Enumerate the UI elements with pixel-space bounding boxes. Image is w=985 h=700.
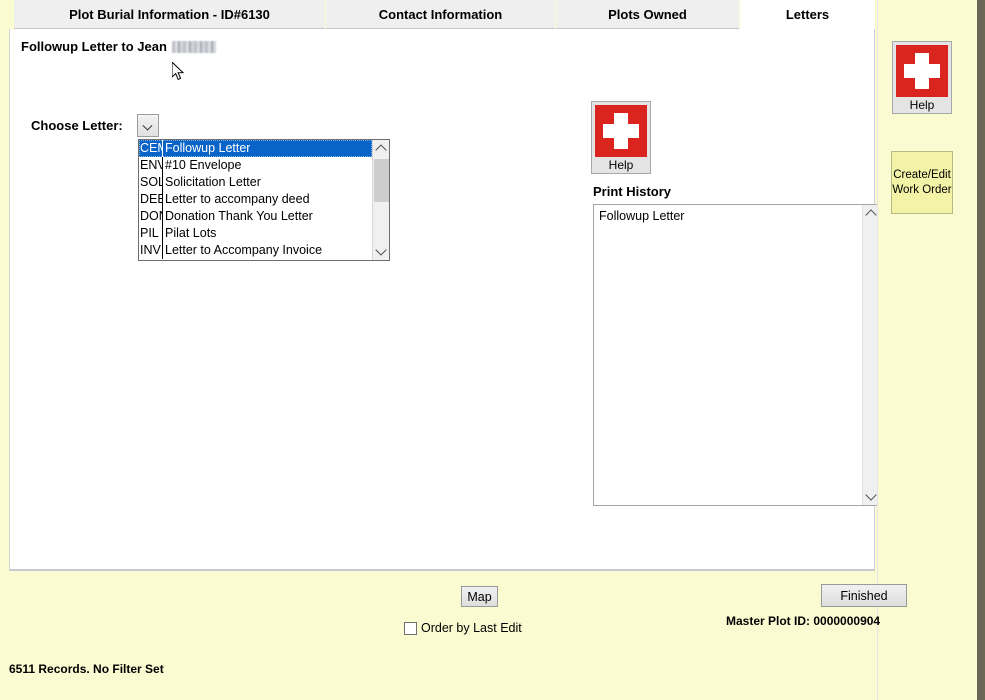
print-history-listbox[interactable]: Followup Letter bbox=[593, 204, 880, 506]
red-cross-help-icon bbox=[595, 105, 647, 157]
option-code: DON bbox=[139, 208, 163, 225]
sidebar-help-label: Help bbox=[909, 98, 935, 112]
option-label: Followup Letter bbox=[165, 141, 251, 155]
chevron-up-icon[interactable] bbox=[373, 140, 389, 157]
tab-label: Plots Owned bbox=[608, 6, 687, 22]
letter-heading-text: Followup Letter to Jean bbox=[21, 39, 167, 54]
option-code: DEE bbox=[139, 191, 163, 208]
scrollbar-thumb[interactable] bbox=[374, 159, 389, 202]
list-item[interactable]: INV Letter to Accompany Invoice bbox=[139, 242, 372, 259]
application-window: Plot Burial Information - ID#6130 Contac… bbox=[0, 0, 981, 700]
work-order-label-line2: Work Order bbox=[892, 183, 952, 196]
chevron-down-icon bbox=[144, 121, 152, 129]
option-code: ENV bbox=[139, 157, 163, 174]
list-item[interactable]: DON Donation Thank You Letter bbox=[139, 208, 372, 225]
tab-bar: Plot Burial Information - ID#6130 Contac… bbox=[9, 0, 875, 30]
list-item[interactable]: DEE Letter to accompany deed bbox=[139, 191, 372, 208]
dropdown-scrollbar[interactable] bbox=[372, 140, 389, 260]
choose-letter-label: Choose Letter: bbox=[31, 118, 123, 133]
print-history-title: Print History bbox=[593, 184, 672, 199]
choose-letter-dropdown-list[interactable]: CEM Followup Letter ENV #10 Envelope SOL… bbox=[138, 139, 390, 261]
window-edge-strip bbox=[977, 0, 985, 700]
option-label: Donation Thank You Letter bbox=[165, 209, 313, 223]
option-label: Pilat Lots bbox=[165, 226, 217, 240]
option-code: CEM bbox=[139, 140, 163, 157]
option-label: Letter to accompany deed bbox=[165, 192, 310, 206]
map-button-label: Map bbox=[467, 589, 492, 604]
master-plot-id: Master Plot ID: 0000000904 bbox=[726, 614, 881, 628]
list-item[interactable]: SOL Solicitation Letter bbox=[139, 174, 372, 191]
option-code: SOL bbox=[140, 174, 163, 191]
list-item[interactable]: CEM Followup Letter bbox=[139, 140, 372, 157]
option-code: PIL bbox=[139, 225, 163, 242]
map-button[interactable]: Map bbox=[461, 586, 498, 607]
tab-label: Plot Burial Information - ID#6130 bbox=[69, 6, 270, 22]
dropdown-options: CEM Followup Letter ENV #10 Envelope SOL… bbox=[139, 140, 372, 260]
list-item[interactable]: ENV #10 Envelope bbox=[139, 157, 372, 174]
help-button[interactable]: Help bbox=[591, 101, 651, 174]
tab-letters[interactable]: Letters bbox=[740, 0, 875, 29]
option-code: INV bbox=[139, 242, 163, 259]
tab-plot-burial-information[interactable]: Plot Burial Information - ID#6130 bbox=[14, 0, 325, 29]
status-bar: 6511 Records. No Filter Set bbox=[9, 662, 164, 676]
tab-contact-information[interactable]: Contact Information bbox=[326, 0, 555, 29]
redacted-last-name bbox=[171, 41, 216, 53]
list-item[interactable]: PIL Pilat Lots bbox=[139, 225, 372, 242]
print-history-items: Followup Letter bbox=[594, 205, 862, 505]
option-label: Letter to Accompany Invoice bbox=[165, 243, 323, 257]
option-label: #10 Envelope bbox=[165, 158, 242, 172]
sidebar-help-button[interactable]: Help bbox=[892, 41, 952, 114]
order-by-last-edit-checkbox[interactable]: Order by Last Edit bbox=[404, 621, 522, 635]
option-label: Solicitation Letter bbox=[165, 175, 261, 189]
create-edit-work-order-button[interactable]: Create/Edit Work Order bbox=[891, 151, 953, 214]
help-button-label: Help bbox=[608, 158, 634, 172]
tab-plots-owned[interactable]: Plots Owned bbox=[556, 0, 739, 29]
list-item[interactable]: Followup Letter bbox=[599, 208, 862, 224]
work-order-label-line1: Create/Edit bbox=[893, 168, 951, 181]
choose-letter-combo-button[interactable] bbox=[137, 114, 159, 137]
finished-button-label: Finished bbox=[840, 588, 888, 603]
order-by-last-edit-label: Order by Last Edit bbox=[421, 621, 522, 635]
tab-label: Letters bbox=[785, 6, 830, 22]
chevron-down-icon[interactable] bbox=[373, 243, 389, 260]
letter-heading: Followup Letter to Jean bbox=[21, 39, 216, 54]
red-cross-help-icon bbox=[896, 45, 948, 97]
checkbox-box[interactable] bbox=[404, 621, 417, 635]
tab-label: Contact Information bbox=[378, 6, 503, 22]
finished-button[interactable]: Finished bbox=[821, 584, 907, 607]
letters-panel: Followup Letter to Jean Choose Letter: C… bbox=[9, 29, 880, 571]
